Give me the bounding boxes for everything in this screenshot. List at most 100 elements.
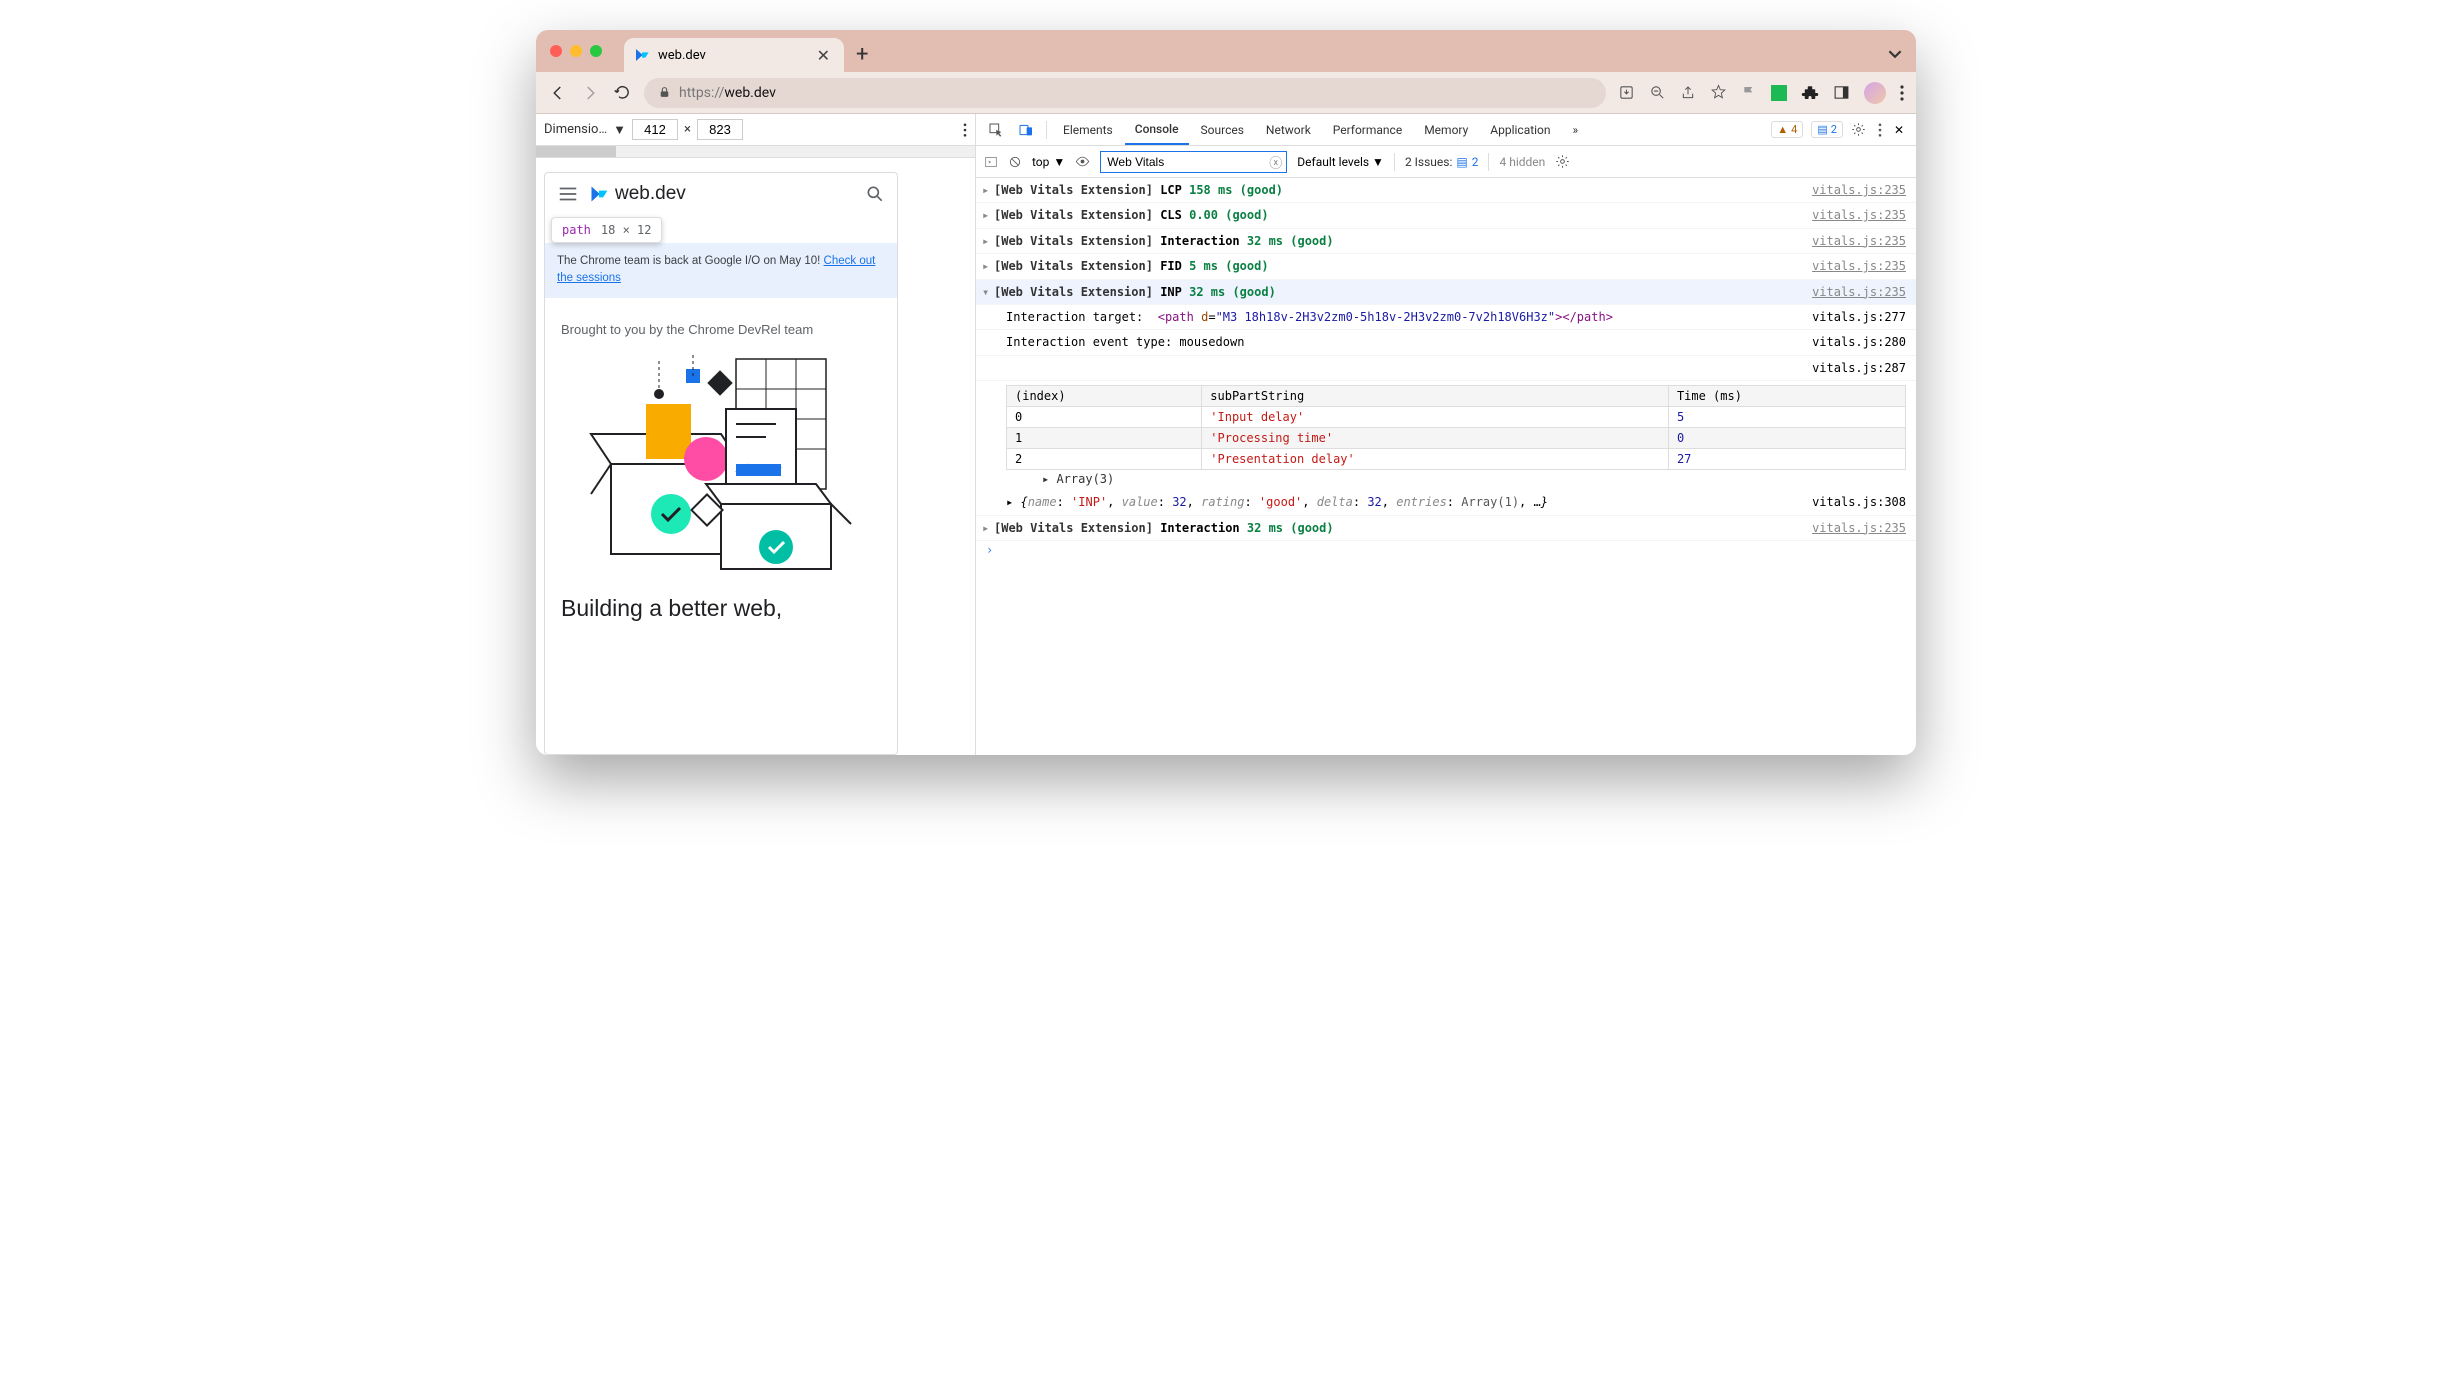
url-field[interactable]: https://web.dev xyxy=(644,78,1606,108)
source-link[interactable]: vitals.js:235 xyxy=(1812,180,1906,200)
maximize-window-icon[interactable] xyxy=(590,45,602,57)
device-toggle-icon[interactable] xyxy=(1012,122,1040,138)
devtools-tab-bar: Elements Console Sources Network Perform… xyxy=(976,114,1916,146)
close-devtools-icon[interactable]: ✕ xyxy=(1888,123,1910,137)
console-filter-input[interactable] xyxy=(1100,151,1287,173)
height-input[interactable] xyxy=(697,119,743,140)
close-tab-icon[interactable]: ✕ xyxy=(817,46,830,65)
clear-console-icon[interactable] xyxy=(1008,155,1022,169)
preview-viewport: web.dev path 18 × 12 The Chrome team is … xyxy=(536,158,975,755)
panel-memory[interactable]: Memory xyxy=(1414,116,1478,144)
source-link[interactable]: vitals.js:235 xyxy=(1812,282,1906,302)
log-row[interactable]: ▸[Web Vitals Extension] Interaction 32 m… xyxy=(976,229,1916,254)
table-row: 2'Presentation delay'27 xyxy=(1007,449,1906,470)
table-header[interactable]: subPartString xyxy=(1202,386,1669,407)
search-icon[interactable] xyxy=(865,184,885,204)
panel-performance[interactable]: Performance xyxy=(1323,116,1412,144)
dimensions-label[interactable]: Dimensio… xyxy=(544,122,607,137)
source-link[interactable]: vitals.js:287 xyxy=(1812,358,1906,378)
panel-more-icon[interactable]: » xyxy=(1563,116,1589,144)
log-row[interactable]: ▸[Web Vitals Extension] Interaction 32 m… xyxy=(976,516,1916,541)
console-sidebar-toggle-icon[interactable] xyxy=(984,155,998,169)
tab-title: web.dev xyxy=(658,48,706,63)
source-link[interactable]: vitals.js:235 xyxy=(1812,518,1906,538)
source-link[interactable]: vitals.js:280 xyxy=(1812,332,1906,352)
dimensions-bar: Dimensio… ▼ × xyxy=(536,114,975,146)
warnings-badge[interactable]: ▲ 4 xyxy=(1771,121,1803,138)
log-row[interactable]: ▸[Web Vitals Extension] LCP 158 ms (good… xyxy=(976,178,1916,203)
reload-button[interactable] xyxy=(612,83,632,103)
new-tab-button[interactable]: + xyxy=(856,42,868,67)
preview-subtitle: Brought to you by the Chrome DevRel team xyxy=(545,298,897,337)
issues-link[interactable]: 2 Issues: ▤2 xyxy=(1405,155,1479,169)
extension-square-icon[interactable] xyxy=(1771,85,1787,101)
menu-kebab-icon[interactable] xyxy=(1900,85,1904,101)
titlebar: web.dev ✕ + xyxy=(536,30,1916,72)
dimensions-dropdown-icon[interactable]: ▼ xyxy=(613,122,626,138)
console-output: ▸[Web Vitals Extension] LCP 158 ms (good… xyxy=(976,178,1916,755)
main-area: Dimensio… ▼ × web.dev xyxy=(536,114,1916,755)
source-link[interactable]: vitals.js:277 xyxy=(1812,307,1906,327)
log-subrow: vitals.js:287 xyxy=(976,356,1916,381)
back-button[interactable] xyxy=(548,83,568,103)
downloads-icon[interactable] xyxy=(1618,84,1635,101)
flag-icon[interactable] xyxy=(1741,85,1757,101)
console-prompt[interactable]: › xyxy=(976,541,1916,559)
panel-application[interactable]: Application xyxy=(1480,116,1560,144)
log-row-expanded[interactable]: ▾[Web Vitals Extension] INP 32 ms (good)… xyxy=(976,280,1916,305)
source-link[interactable]: vitals.js:235 xyxy=(1812,231,1906,251)
source-link[interactable]: vitals.js:235 xyxy=(1812,256,1906,276)
url-text: https://web.dev xyxy=(679,85,776,101)
toolbar-icons xyxy=(1618,82,1904,104)
browser-window: web.dev ✕ + https://web.dev xyxy=(536,30,1916,755)
console-settings-gear-icon[interactable] xyxy=(1555,154,1570,169)
log-subrow[interactable]: ▸ {name: 'INP', value: 32, rating: 'good… xyxy=(976,490,1916,515)
preview-options-icon[interactable] xyxy=(963,123,967,137)
share-icon[interactable] xyxy=(1680,85,1696,101)
preview-scrollbar[interactable] xyxy=(536,146,975,158)
source-link[interactable]: vitals.js:235 xyxy=(1812,205,1906,225)
favicon-icon xyxy=(634,47,650,63)
tabs-dropdown-icon[interactable] xyxy=(1888,47,1902,61)
forward-button[interactable] xyxy=(580,83,600,103)
tooltip-tag: path xyxy=(562,223,591,237)
element-tooltip: path 18 × 12 xyxy=(551,217,662,243)
settings-gear-icon[interactable] xyxy=(1845,122,1872,137)
issues-badge[interactable]: ▤ 2 xyxy=(1811,121,1843,138)
extensions-puzzle-icon[interactable] xyxy=(1801,84,1819,102)
preview-brand[interactable]: web.dev xyxy=(589,183,686,205)
announcement-banner: The Chrome team is back at Google I/O on… xyxy=(545,243,897,298)
hamburger-icon[interactable] xyxy=(557,183,579,205)
panel-console[interactable]: Console xyxy=(1125,115,1189,145)
array-toggle[interactable]: ▸ Array(3) xyxy=(1042,472,1906,486)
log-row[interactable]: ▸[Web Vitals Extension] FID 5 ms (good)v… xyxy=(976,254,1916,279)
hero-illustration xyxy=(571,349,871,579)
inspect-element-icon[interactable] xyxy=(982,122,1010,138)
log-levels-dropdown[interactable]: Default levels ▼ xyxy=(1297,155,1384,169)
width-input[interactable] xyxy=(632,119,678,140)
zoom-icon[interactable] xyxy=(1649,84,1666,101)
dimensions-separator: × xyxy=(684,122,691,137)
profile-avatar[interactable] xyxy=(1864,82,1886,104)
devtools-kebab-icon[interactable] xyxy=(1874,123,1886,137)
table-row: 1'Processing time'0 xyxy=(1007,428,1906,449)
panel-elements[interactable]: Elements xyxy=(1053,116,1123,144)
context-selector[interactable]: top ▼ xyxy=(1032,155,1065,169)
hidden-count: 4 hidden xyxy=(1499,155,1545,169)
panel-network[interactable]: Network xyxy=(1256,116,1321,144)
browser-tab[interactable]: web.dev ✕ xyxy=(624,38,844,72)
log-row[interactable]: ▸[Web Vitals Extension] CLS 0.00 (good)v… xyxy=(976,203,1916,228)
bookmark-star-icon[interactable] xyxy=(1710,84,1727,101)
live-expression-icon[interactable] xyxy=(1075,154,1090,169)
close-window-icon[interactable] xyxy=(550,45,562,57)
lock-icon xyxy=(658,86,671,99)
panel-sources[interactable]: Sources xyxy=(1191,116,1254,144)
clear-filter-icon[interactable]: ⓧ xyxy=(1269,152,1282,171)
console-toolbar: top ▼ ⓧ Default levels ▼ 2 Issues: ▤2 4 … xyxy=(976,146,1916,178)
table-header[interactable]: Time (ms) xyxy=(1668,386,1905,407)
minimize-window-icon[interactable] xyxy=(570,45,582,57)
source-link[interactable]: vitals.js:308 xyxy=(1812,492,1906,512)
preview-headline: Building a better web, xyxy=(561,595,881,623)
table-header[interactable]: (index) xyxy=(1007,386,1202,407)
side-panel-icon[interactable] xyxy=(1833,84,1850,101)
